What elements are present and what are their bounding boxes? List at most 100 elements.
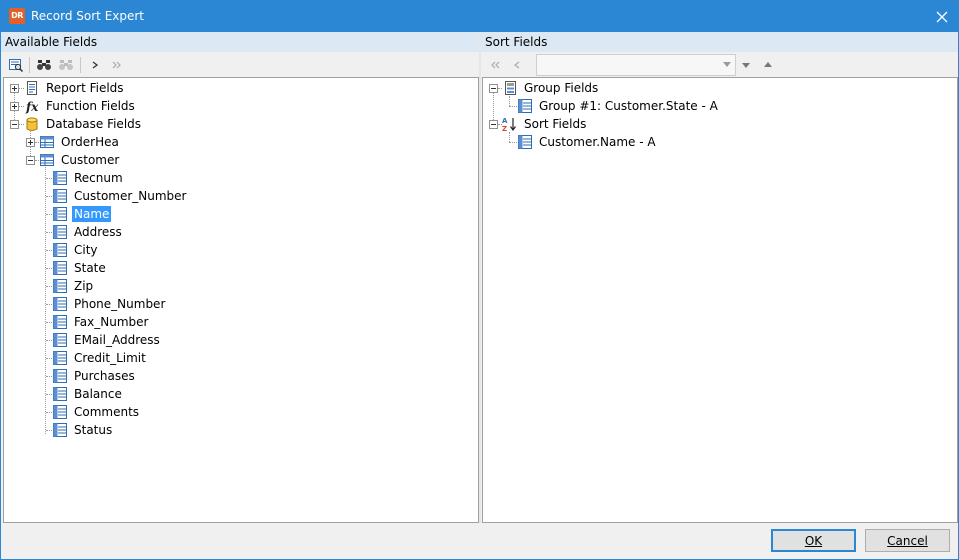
move-up-button[interactable] (758, 55, 778, 75)
tree-node-report-fields[interactable]: Report Fields (24, 79, 126, 97)
tree-node-field[interactable]: Address (52, 223, 124, 241)
customer-expander[interactable] (26, 156, 35, 165)
tree-node-label: Customer_Number (74, 189, 187, 203)
svg-text:Z: Z (502, 125, 507, 132)
add-field-button[interactable] (85, 55, 105, 75)
record-sort-expert-window: DR Record Sort Expert Available Fields S… (0, 0, 959, 560)
orderhea-expander[interactable] (26, 138, 35, 147)
group-fields-expander[interactable] (489, 84, 498, 93)
tree-node-field[interactable]: Balance (52, 385, 124, 403)
tree-node-label: State (74, 261, 106, 275)
tree-node-group-fields[interactable]: Group Fields (502, 79, 600, 97)
tree-node-database-fields[interactable]: Database Fields (24, 115, 143, 133)
tree-node-label: Address (74, 225, 122, 239)
tree-node-label: Group Fields (524, 81, 599, 95)
title-bar: DR Record Sort Expert (1, 1, 958, 32)
sort-direction-combo[interactable] (536, 54, 736, 76)
ok-button[interactable]: OK (771, 529, 856, 552)
field-icon (53, 369, 67, 383)
table-icon (40, 154, 54, 166)
sort-fields-tree[interactable]: Group Fields Group #1: Customer.State - … (482, 77, 958, 523)
tree-node-label: Status (74, 423, 113, 437)
group-icon (505, 81, 516, 95)
close-button[interactable] (926, 1, 958, 32)
tree-node-field[interactable]: Comments (52, 403, 141, 421)
field-icon (53, 333, 67, 347)
move-down-button[interactable] (736, 55, 756, 75)
pane-splitter[interactable] (479, 32, 481, 523)
field-icon (53, 279, 67, 293)
tree-node-field[interactable]: Purchases (52, 367, 137, 385)
tree-node-field[interactable]: EMail_Address (52, 331, 162, 349)
tree-node-label: Name (72, 206, 112, 222)
tree-node-field[interactable]: Fax_Number (52, 313, 150, 331)
find-next-button[interactable] (56, 55, 76, 75)
add-all-fields-button[interactable] (107, 55, 127, 75)
tree-node-label: Zip (74, 279, 94, 293)
field-icon (53, 387, 67, 401)
available-fields-tree[interactable]: Report Fields fx Function Fields Databas… (3, 77, 479, 523)
tree-node-field[interactable]: Phone_Number (52, 295, 167, 313)
field-icon (53, 225, 67, 239)
tree-node-field[interactable]: Credit_Limit (52, 349, 148, 367)
tree-node-sort-fields[interactable]: AZ Sort Fields (502, 115, 588, 133)
tree-node-orderhea[interactable]: OrderHea (39, 133, 121, 151)
tree-node-label: Fax_Number (74, 315, 149, 329)
sort-fields-toolbar (481, 52, 958, 77)
field-icon (518, 99, 532, 113)
tree-node-field[interactable]: Name (52, 205, 112, 223)
tree-node-label: Purchases (74, 369, 135, 383)
field-icon (53, 243, 67, 257)
function-icon: fx (25, 100, 39, 114)
tree-node-field[interactable]: Customer_Number (52, 187, 189, 205)
field-icon (53, 261, 67, 275)
field-icon (518, 135, 532, 149)
tree-node-customer[interactable]: Customer (39, 151, 121, 169)
tree-node-field[interactable]: Status (52, 421, 114, 439)
field-icon (53, 297, 67, 311)
report-fields-expander[interactable] (10, 84, 19, 93)
binoculars-disabled-icon (59, 60, 73, 70)
svg-text:A: A (502, 117, 508, 125)
tree-node-group-item[interactable]: Group #1: Customer.State - A (517, 97, 720, 115)
remove-all-fields-button[interactable] (485, 55, 505, 75)
browse-data-icon (9, 59, 24, 73)
chevron-left-icon (514, 61, 520, 69)
field-icon (53, 189, 67, 203)
tree-node-sort-item[interactable]: Customer.Name - A (517, 133, 658, 151)
close-icon (936, 11, 948, 22)
sort-fields-header: Sort Fields (481, 32, 958, 52)
binoculars-icon (37, 60, 51, 70)
browse-field-button[interactable] (6, 55, 26, 75)
double-chevron-right-icon (112, 61, 121, 69)
chevron-right-icon (92, 61, 99, 69)
tree-node-label: Database Fields (46, 117, 142, 131)
tree-node-field[interactable]: Zip (52, 277, 95, 295)
tree-node-label: Function Fields (46, 99, 135, 113)
tree-node-label: Balance (74, 387, 122, 401)
tree-node-label: Credit_Limit (74, 351, 146, 365)
field-icon (53, 351, 67, 365)
database-fields-expander[interactable] (10, 120, 19, 129)
available-fields-header: Available Fields (1, 32, 479, 52)
remove-field-button[interactable] (507, 55, 527, 75)
field-icon (53, 405, 67, 419)
tree-node-label: Customer.Name - A (539, 135, 656, 149)
sort-az-icon: AZ (502, 117, 516, 132)
table-icon (40, 136, 54, 148)
tree-node-field[interactable]: City (52, 241, 100, 259)
tree-node-function-fields[interactable]: fx Function Fields (24, 97, 137, 115)
sort-fields-expander[interactable] (489, 120, 498, 129)
tree-node-label: Comments (74, 405, 140, 419)
find-field-button[interactable] (34, 55, 54, 75)
database-icon (26, 117, 38, 131)
tree-node-label: Group #1: Customer.State - A (539, 99, 718, 113)
svg-text:fx: fx (25, 100, 39, 114)
function-fields-expander[interactable] (10, 102, 19, 111)
tree-node-label: EMail_Address (74, 333, 160, 347)
available-fields-toolbar (1, 52, 479, 77)
double-chevron-left-icon (491, 61, 500, 69)
cancel-button[interactable]: Cancel (865, 529, 950, 552)
tree-node-field[interactable]: Recnum (52, 169, 125, 187)
tree-node-field[interactable]: State (52, 259, 108, 277)
